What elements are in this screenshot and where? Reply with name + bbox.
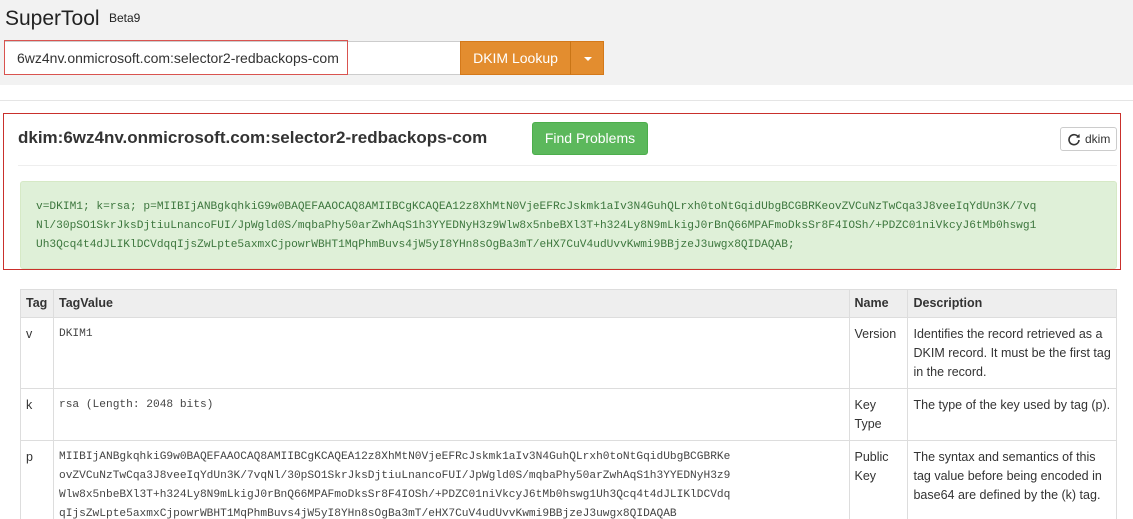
- header-tagvalue: TagValue: [52, 289, 850, 318]
- record-line: v=DKIM1; k=rsa; p=MIIBIjANBgkqhkiG9w0BAQ…: [36, 201, 1037, 213]
- tag-value-cell: MIIBIjANBgkqhkiG9w0BAQEFAAOCAQ8AMIIBCgKC…: [52, 440, 850, 519]
- tag-name-cell: Version: [848, 317, 909, 389]
- caret-down-icon: [584, 57, 592, 61]
- tag-value-line: ovZVCuNzTwCqa3J8veeIqYdUn3K/7vqNl/30pSO1…: [58, 470, 731, 482]
- tag-cell: v: [20, 317, 54, 389]
- beta-badge: Beta9: [109, 11, 141, 25]
- tag-value-line: Wlw8x5nbeBXl3T+h324Ly8N9mLkigJ0rBnQ66MPA…: [58, 489, 731, 501]
- tag-cell: p: [20, 440, 54, 519]
- tag-cell: k: [20, 388, 54, 441]
- dkim-lookup-button[interactable]: DKIM Lookup: [460, 41, 571, 75]
- tag-name-cell: Public Key: [848, 440, 909, 519]
- record-line: Uh3Qcq4t4dJLIKlDCVdqqIjsZwLpte5axmxCjpow…: [36, 239, 795, 251]
- tag-description-cell: The type of the key used by tag (p).: [907, 388, 1117, 441]
- refresh-label: dkim: [1085, 132, 1111, 146]
- refresh-dkim-button[interactable]: dkim: [1060, 127, 1117, 151]
- tag-value-line: qIjsZwLpte5axmxCjpowrWBHT1MqPhmBuvs4jW5y…: [58, 508, 677, 519]
- header-tag: Tag: [20, 289, 54, 318]
- lookup-dropdown-toggle[interactable]: [570, 41, 604, 75]
- header-divider: [0, 100, 1133, 101]
- tag-value-line: DKIM1: [58, 328, 93, 340]
- tag-value-cell: DKIM1: [52, 317, 850, 389]
- tag-table: Tag TagValue Name Description v DKIM1 Ve…: [20, 289, 1117, 519]
- tag-value-cell: rsa (Length: 2048 bits): [52, 388, 850, 441]
- header-name: Name: [848, 289, 909, 318]
- tag-name-cell: Key Type: [848, 388, 909, 441]
- record-title: dkim:6wz4nv.onmicrosoft.com:selector2-re…: [18, 128, 488, 147]
- table-header-row: Tag TagValue Name Description: [20, 289, 1117, 318]
- refresh-icon: [1068, 133, 1080, 146]
- tag-value-line: rsa (Length: 2048 bits): [58, 399, 214, 411]
- brand-title: SuperTool: [5, 7, 100, 30]
- header-description: Description: [907, 289, 1117, 318]
- dkim-record-text: v=DKIM1; k=rsa; p=MIIBIjANBgkqhkiG9w0BAQ…: [20, 181, 1117, 269]
- tag-value-line: MIIBIjANBgkqhkiG9w0BAQEFAAOCAQ8AMIIBCgKC…: [58, 451, 731, 463]
- tag-description-cell: Identifies the record retrieved as a DKI…: [907, 317, 1117, 389]
- tag-description-cell: The syntax and semantics of this tag val…: [907, 440, 1117, 519]
- table-row: v DKIM1 Version Identifies the record re…: [20, 317, 1117, 389]
- find-problems-button[interactable]: Find Problems: [532, 122, 648, 155]
- record-line: Nl/30pSO1SkrJksDjtiuLnancoFUI/JpWgld0S/m…: [36, 220, 1037, 232]
- table-row: k rsa (Length: 2048 bits) Key Type The t…: [20, 388, 1117, 441]
- table-row: p MIIBIjANBgkqhkiG9w0BAQEFAAOCAQ8AMIIBCg…: [20, 440, 1117, 519]
- domain-search-input[interactable]: [4, 41, 461, 75]
- panel-separator: [18, 165, 1117, 166]
